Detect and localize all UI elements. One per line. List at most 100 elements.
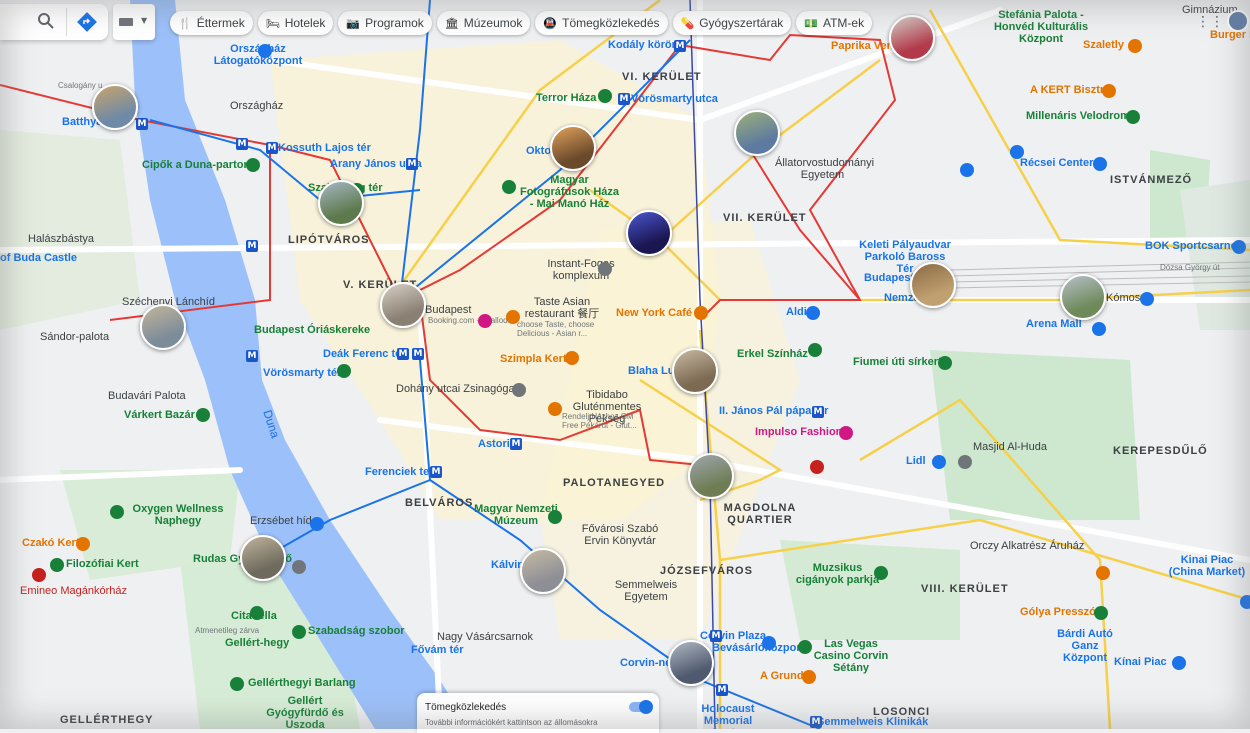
place-label[interactable]: Gellért-hegy [225, 637, 289, 649]
chip-0[interactable]: 🍴 Éttermek [170, 11, 253, 35]
chip-6[interactable]: 💵 ATM-ek [796, 11, 873, 35]
metro-station-icon[interactable]: M [412, 348, 424, 360]
map-pin-icon[interactable] [810, 460, 824, 474]
map-pin-icon[interactable] [110, 505, 124, 519]
photo-marker[interactable] [140, 304, 186, 350]
map-pin-icon[interactable] [1093, 157, 1107, 171]
metro-station-icon[interactable]: M [674, 40, 686, 52]
place-label[interactable]: Fővárosi Szabó Ervin Könyvtár [580, 523, 660, 547]
transit-layer-card[interactable]: Tömegközlekedés További információkért k… [417, 693, 659, 733]
photo-marker[interactable] [550, 125, 596, 171]
place-label[interactable]: Kínai Piac [1114, 656, 1167, 668]
place-label[interactable]: Halászbástya [28, 233, 94, 245]
place-label[interactable]: Deák Ferenc tér [323, 348, 406, 360]
photo-marker[interactable] [889, 15, 935, 61]
place-label[interactable]: Taste Asian restaurant 餐厅 [517, 296, 607, 320]
map-pin-icon[interactable] [1240, 595, 1250, 609]
photo-marker[interactable] [668, 640, 714, 686]
chip-1[interactable]: 🛏 Hotelek [257, 11, 334, 35]
metro-station-icon[interactable]: M [510, 438, 522, 450]
map-pin-icon[interactable] [839, 426, 853, 440]
photo-marker[interactable] [380, 282, 426, 328]
place-label[interactable]: Bevásárlóközpont [712, 642, 807, 654]
apps-grid-icon[interactable]: ⋮⋮ [1196, 14, 1224, 30]
place-label[interactable]: Lidl [906, 455, 926, 467]
map-pin-icon[interactable] [246, 158, 260, 172]
map-pin-icon[interactable] [802, 670, 816, 684]
chip-3[interactable]: 🏛 Múzeumok [436, 11, 531, 35]
map-pin-icon[interactable] [598, 89, 612, 103]
map-pin-icon[interactable] [1102, 84, 1116, 98]
metro-station-icon[interactable]: M [266, 142, 278, 154]
place-label[interactable]: Cipők a Duna-parton [142, 159, 250, 171]
map-pin-icon[interactable] [506, 310, 520, 324]
map-pin-icon[interactable] [548, 510, 562, 524]
place-label[interactable]: Millenáris Velodrom [1026, 110, 1130, 122]
place-label[interactable]: Vörösmarty utca [631, 93, 718, 105]
place-label[interactable]: A Grund [760, 670, 804, 682]
place-label[interactable]: Terror Háza [536, 92, 596, 104]
map-pin-icon[interactable] [1094, 606, 1108, 620]
place-label[interactable]: Czakó Kert [22, 537, 79, 549]
map-pin-icon[interactable] [938, 356, 952, 370]
place-label[interactable]: Vörösmarty tér [263, 367, 341, 379]
place-label[interactable]: Nagy Vásárcsarnok [437, 631, 533, 643]
map-pin-icon[interactable] [292, 560, 306, 574]
map-pin-icon[interactable] [76, 537, 90, 551]
avatar[interactable] [1227, 10, 1249, 32]
metro-station-icon[interactable]: M [406, 158, 418, 170]
place-label[interactable]: Gólya Presszó [1020, 606, 1096, 618]
map-pin-icon[interactable] [310, 517, 324, 531]
map-pin-icon[interactable] [808, 343, 822, 357]
photo-marker[interactable] [688, 453, 734, 499]
map-pin-icon[interactable] [932, 455, 946, 469]
place-label[interactable]: Booking.com - Szalloda [428, 316, 518, 325]
map-pin-icon[interactable] [50, 558, 64, 572]
place-label[interactable]: choose Taste, choose Delicious - Asian r… [517, 320, 607, 338]
chip-2[interactable]: 📷 Programok [338, 11, 432, 35]
place-label[interactable]: Emineo Magánkórház [20, 585, 127, 597]
map-pin-icon[interactable] [250, 606, 264, 620]
layer-selector[interactable]: ▼ [113, 4, 155, 40]
place-label[interactable]: Las Vegas Casino Corvin Sétány [811, 638, 891, 674]
map-pin-icon[interactable] [1172, 656, 1186, 670]
metro-station-icon[interactable]: M [246, 350, 258, 362]
place-label[interactable]: Budavári Palota [108, 390, 186, 402]
place-label[interactable]: Arena Mall [1026, 318, 1082, 330]
photo-marker[interactable] [240, 535, 286, 581]
place-label[interactable]: Fővám tér [411, 644, 464, 656]
place-label[interactable]: Masjid Al-Huda [973, 441, 1047, 453]
search-icon[interactable] [37, 12, 57, 32]
place-label[interactable]: New York Café [616, 307, 692, 319]
place-label[interactable]: Budapest Óriáskereke [254, 324, 370, 336]
place-label[interactable]: Stefánia Palota - Honvéd Kulturális Közp… [986, 9, 1096, 45]
place-label[interactable]: Aldi [786, 306, 807, 318]
map-pin-icon[interactable] [694, 306, 708, 320]
place-label[interactable]: Kinai Piac (China Market) [1167, 554, 1247, 578]
metro-station-icon[interactable]: M [136, 118, 148, 130]
place-label[interactable]: A KERT Bisztró [1030, 84, 1111, 96]
place-label[interactable]: Magyar Fotográfusok Háza - Mai Manó Ház [517, 174, 622, 210]
photo-marker[interactable] [672, 348, 718, 394]
place-label[interactable]: of Buda Castle [0, 252, 77, 264]
map-pin-icon[interactable] [1140, 292, 1154, 306]
metro-station-icon[interactable]: M [246, 240, 258, 252]
metro-station-icon[interactable]: M [618, 93, 630, 105]
transit-toggle[interactable] [629, 700, 653, 714]
place-label[interactable]: Orczy Alkatrész Áruház [970, 540, 1084, 552]
place-label[interactable]: Ferenciek tere [365, 466, 440, 478]
map-pin-icon[interactable] [1092, 322, 1106, 336]
place-label[interactable]: BOK Sportcsarnok [1145, 240, 1243, 252]
place-label[interactable]: Fiumei úti sírkert [853, 356, 942, 368]
place-label[interactable]: Állatorvostudományi Egyetem [775, 157, 874, 181]
place-label[interactable]: Récsei Center [1020, 157, 1093, 169]
map-pin-icon[interactable] [258, 44, 272, 58]
metro-station-icon[interactable]: M [236, 138, 248, 150]
place-label[interactable]: Oxygen Wellness Naphegy [128, 503, 228, 527]
map-pin-icon[interactable] [1232, 240, 1246, 254]
place-label[interactable]: Gellért Gyógyfürdő és Uszoda [260, 695, 350, 729]
place-label[interactable]: Filozófiai Kert [66, 558, 139, 570]
place-label[interactable]: Erzsébet híd [250, 515, 312, 527]
place-label[interactable]: Kossuth Lajos tér [278, 142, 371, 154]
metro-station-icon[interactable]: M [430, 466, 442, 478]
